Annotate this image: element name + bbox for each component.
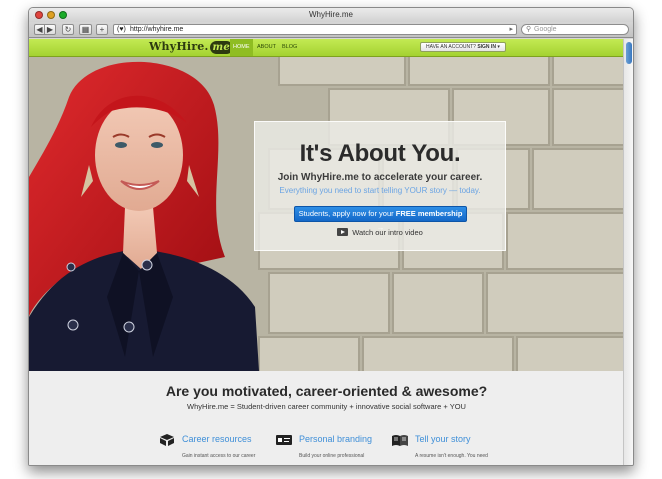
go-arrow-icon[interactable]: ▸ (509, 25, 513, 35)
play-video-icon (337, 228, 349, 236)
section-subtitle: WhyHire.me = Student-driven career commu… (187, 402, 466, 411)
sign-in-button[interactable]: HAVE AN ACCOUNT? SIGN IN ▾ (420, 42, 506, 52)
reload-button[interactable]: ↻ (62, 24, 74, 35)
vertical-scrollbar[interactable] (623, 39, 633, 465)
nav-link-about[interactable]: ABOUT (254, 39, 279, 56)
nav-link-home[interactable]: HOME (230, 39, 253, 56)
feature-title[interactable]: Tell your story (415, 434, 471, 445)
chevron-down-icon: ▾ (497, 44, 500, 50)
url-text[interactable]: http://whyhire.me (130, 25, 183, 35)
open-book-icon (392, 435, 408, 446)
favicon-icon: (♥) (117, 26, 126, 33)
back-button[interactable]: ◀ (34, 24, 45, 35)
value-proposition-section: Are you motivated, career-oriented & awe… (29, 371, 624, 465)
search-field[interactable]: ⚲ Google (521, 24, 629, 35)
sign-in-label: SIGN IN (477, 44, 496, 50)
search-icon: ⚲ (526, 26, 532, 33)
hero-title: It's About You. (299, 140, 461, 167)
apply-now-button[interactable]: Students, apply now for your FREE member… (294, 206, 467, 232)
hero-subtitle: Join WhyHire.me to accelerate your caree… (277, 172, 483, 183)
browser-toolbar: ◀ ▶ ↻ ▦ + (♥) http://whyhire.me ▸ ⚲ Goog… (29, 22, 633, 38)
site-logo[interactable]: WhyHire. me (149, 40, 233, 54)
top-sites-button[interactable]: ▦ (79, 24, 92, 35)
add-bookmark-button[interactable]: + (96, 24, 108, 35)
nav-link-blog[interactable]: BLOG (279, 39, 300, 56)
search-placeholder[interactable]: Google (534, 25, 557, 35)
intro-video-link[interactable]: Watch our intro video (255, 228, 505, 238)
scrollbar-thumb[interactable] (626, 42, 632, 64)
address-bar[interactable]: (♥) http://whyhire.me ▸ (113, 24, 517, 35)
hero-tagline: Everything you need to start telling YOU… (279, 186, 481, 195)
feature-description: Build your online professional (299, 453, 365, 459)
page-content: WhyHire. me HOME ABOUT BLOG HAVE AN ACCOU… (29, 39, 624, 465)
id-card-icon (276, 435, 292, 445)
browser-window: WhyHire.me ◀ ▶ ↻ ▦ + (♥) http://whyhire.… (28, 7, 634, 466)
window-title: WhyHire.me (308, 10, 353, 19)
feature-title[interactable]: Personal branding (299, 434, 372, 445)
logo-text: WhyHire. (149, 40, 209, 53)
student-portrait-image (29, 61, 259, 371)
hero-banner: It's About You. Join WhyHire.me to accel… (29, 57, 624, 371)
forward-button[interactable]: ▶ (45, 24, 56, 35)
cta-prefix: Students, apply now for your (298, 209, 394, 218)
section-title: Are you motivated, career-oriented & awe… (165, 383, 488, 399)
video-link-label: Watch our intro video (352, 228, 423, 237)
account-prompt: HAVE AN ACCOUNT? (426, 44, 476, 50)
feature-description: A resume isn't enough. You need (415, 453, 488, 459)
hero-callout-box: It's About You. Join WhyHire.me to accel… (254, 121, 506, 251)
feature-title[interactable]: Career resources (182, 434, 252, 445)
site-navbar: WhyHire. me HOME ABOUT BLOG HAVE AN ACCOU… (29, 39, 624, 57)
box-icon (160, 434, 174, 446)
feature-description: Gain instant access to our career (182, 453, 256, 459)
title-bar[interactable]: WhyHire.me (29, 8, 633, 22)
cta-bold: FREE membership (395, 209, 463, 218)
